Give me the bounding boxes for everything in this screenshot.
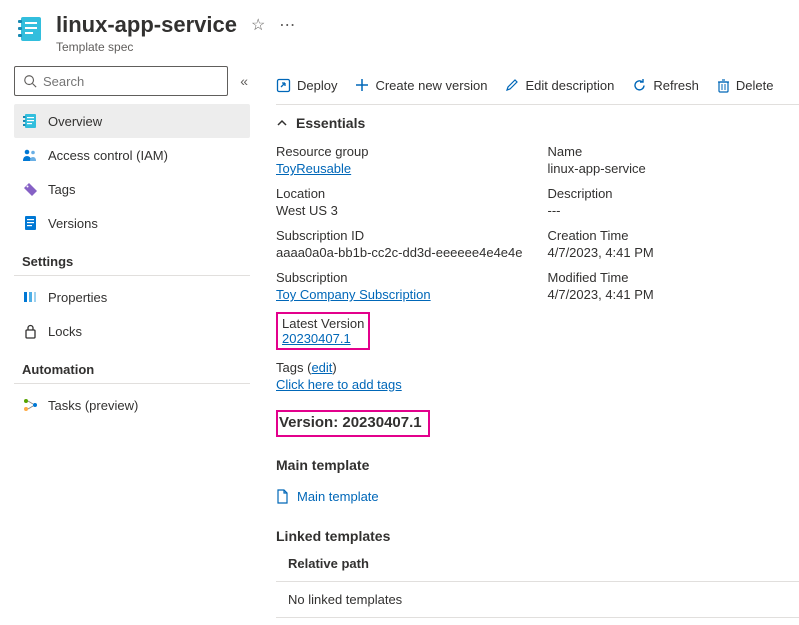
edit-description-button[interactable]: Edit description <box>505 78 614 93</box>
sidebar-item-label: Overview <box>48 114 102 129</box>
linked-templates-empty: No linked templates <box>276 582 799 618</box>
sidebar-section-settings: Settings <box>14 240 250 276</box>
sidebar-item-label: Versions <box>48 216 98 231</box>
delete-button[interactable]: Delete <box>717 78 774 93</box>
deploy-button[interactable]: Deploy <box>276 78 337 93</box>
sidebar-item-label: Tasks (preview) <box>48 398 138 413</box>
field-value-mtime: 4/7/2023, 4:41 PM <box>548 287 799 302</box>
field-value-ctime: 4/7/2023, 4:41 PM <box>548 245 799 260</box>
sidebar-item-label: Tags <box>48 182 75 197</box>
more-menu-icon[interactable]: ⋯ <box>279 15 295 35</box>
field-label-mtime: Modified Time <box>548 270 799 285</box>
sidebar-item-properties[interactable]: Properties <box>14 280 250 314</box>
field-value-location: West US 3 <box>276 203 528 218</box>
refresh-button[interactable]: Refresh <box>632 78 699 93</box>
field-label-sub: Subscription <box>276 270 528 285</box>
sidebar-item-label: Properties <box>48 290 107 305</box>
latest-version-link[interactable]: 20230407.1 <box>282 331 351 346</box>
resource-group-link[interactable]: ToyReusable <box>276 161 351 176</box>
template-spec-icon <box>22 113 38 129</box>
sidebar-search[interactable] <box>14 66 228 96</box>
versions-icon <box>22 215 38 231</box>
sidebar-item-tags[interactable]: Tags <box>14 172 250 206</box>
trash-icon <box>717 78 730 93</box>
field-label-location: Location <box>276 186 528 201</box>
field-label-ctime: Creation Time <box>548 228 799 243</box>
field-value-desc: --- <box>548 203 799 218</box>
latest-version-highlight: Latest Version 20230407.1 <box>276 312 370 350</box>
field-label-latest: Latest Version <box>282 316 364 331</box>
pencil-icon <box>505 78 519 92</box>
main-template-heading: Main template <box>276 457 799 473</box>
linked-templates-column: Relative path <box>276 556 799 582</box>
sidebar-item-versions[interactable]: Versions <box>14 206 250 240</box>
field-value-subid: aaaa0a0a-bb1b-cc2c-dd3d-eeeeee4e4e4e <box>276 245 528 260</box>
people-icon <box>22 147 38 163</box>
field-label-tags: Tags <box>276 360 303 375</box>
tags-edit-link[interactable]: edit <box>311 360 332 375</box>
essentials-toggle[interactable]: Essentials <box>276 104 799 140</box>
sidebar-item-tasks[interactable]: Tasks (preview) <box>14 388 250 422</box>
file-icon <box>276 489 289 504</box>
deploy-icon <box>276 78 291 93</box>
properties-icon <box>22 289 38 305</box>
page-subtitle: Template spec <box>56 40 783 54</box>
refresh-icon <box>632 78 647 93</box>
main-content: Deploy Create new version Edit descripti… <box>258 62 799 618</box>
main-template-link[interactable]: Main template <box>276 485 799 508</box>
template-spec-icon <box>16 14 46 44</box>
version-banner: Version: 20230407.1 <box>276 410 430 437</box>
field-label-rg: Resource group <box>276 144 528 159</box>
collapse-sidebar-icon[interactable]: « <box>238 69 250 93</box>
favorite-star-icon[interactable]: ☆ <box>251 15 265 35</box>
chevron-up-icon <box>276 117 288 129</box>
field-label-desc: Description <box>548 186 799 201</box>
essentials-panel: Resource group ToyReusable Location West… <box>276 140 799 396</box>
tasks-icon <box>22 397 38 413</box>
linked-templates-heading: Linked templates <box>276 528 799 544</box>
sidebar: « Overview Access control (IAM) Tags Ver… <box>0 62 258 618</box>
add-tags-link[interactable]: Click here to add tags <box>276 377 402 392</box>
command-bar: Deploy Create new version Edit descripti… <box>276 66 799 104</box>
create-version-button[interactable]: Create new version <box>355 78 487 93</box>
field-label-name: Name <box>548 144 799 159</box>
sidebar-item-access-control[interactable]: Access control (IAM) <box>14 138 250 172</box>
sidebar-section-automation: Automation <box>14 348 250 384</box>
page-header: linux-app-service ☆ ⋯ Template spec <box>0 0 799 62</box>
sidebar-item-overview[interactable]: Overview <box>14 104 250 138</box>
sidebar-item-locks[interactable]: Locks <box>14 314 250 348</box>
search-input[interactable] <box>43 74 219 89</box>
page-title: linux-app-service <box>56 12 237 38</box>
plus-icon <box>355 78 369 92</box>
lock-icon <box>22 323 38 339</box>
sidebar-item-label: Access control (IAM) <box>48 148 168 163</box>
sidebar-item-label: Locks <box>48 324 82 339</box>
subscription-link[interactable]: Toy Company Subscription <box>276 287 431 302</box>
field-label-subid: Subscription ID <box>276 228 528 243</box>
search-icon <box>23 74 37 88</box>
tag-icon <box>22 181 38 197</box>
field-value-name: linux-app-service <box>548 161 799 176</box>
